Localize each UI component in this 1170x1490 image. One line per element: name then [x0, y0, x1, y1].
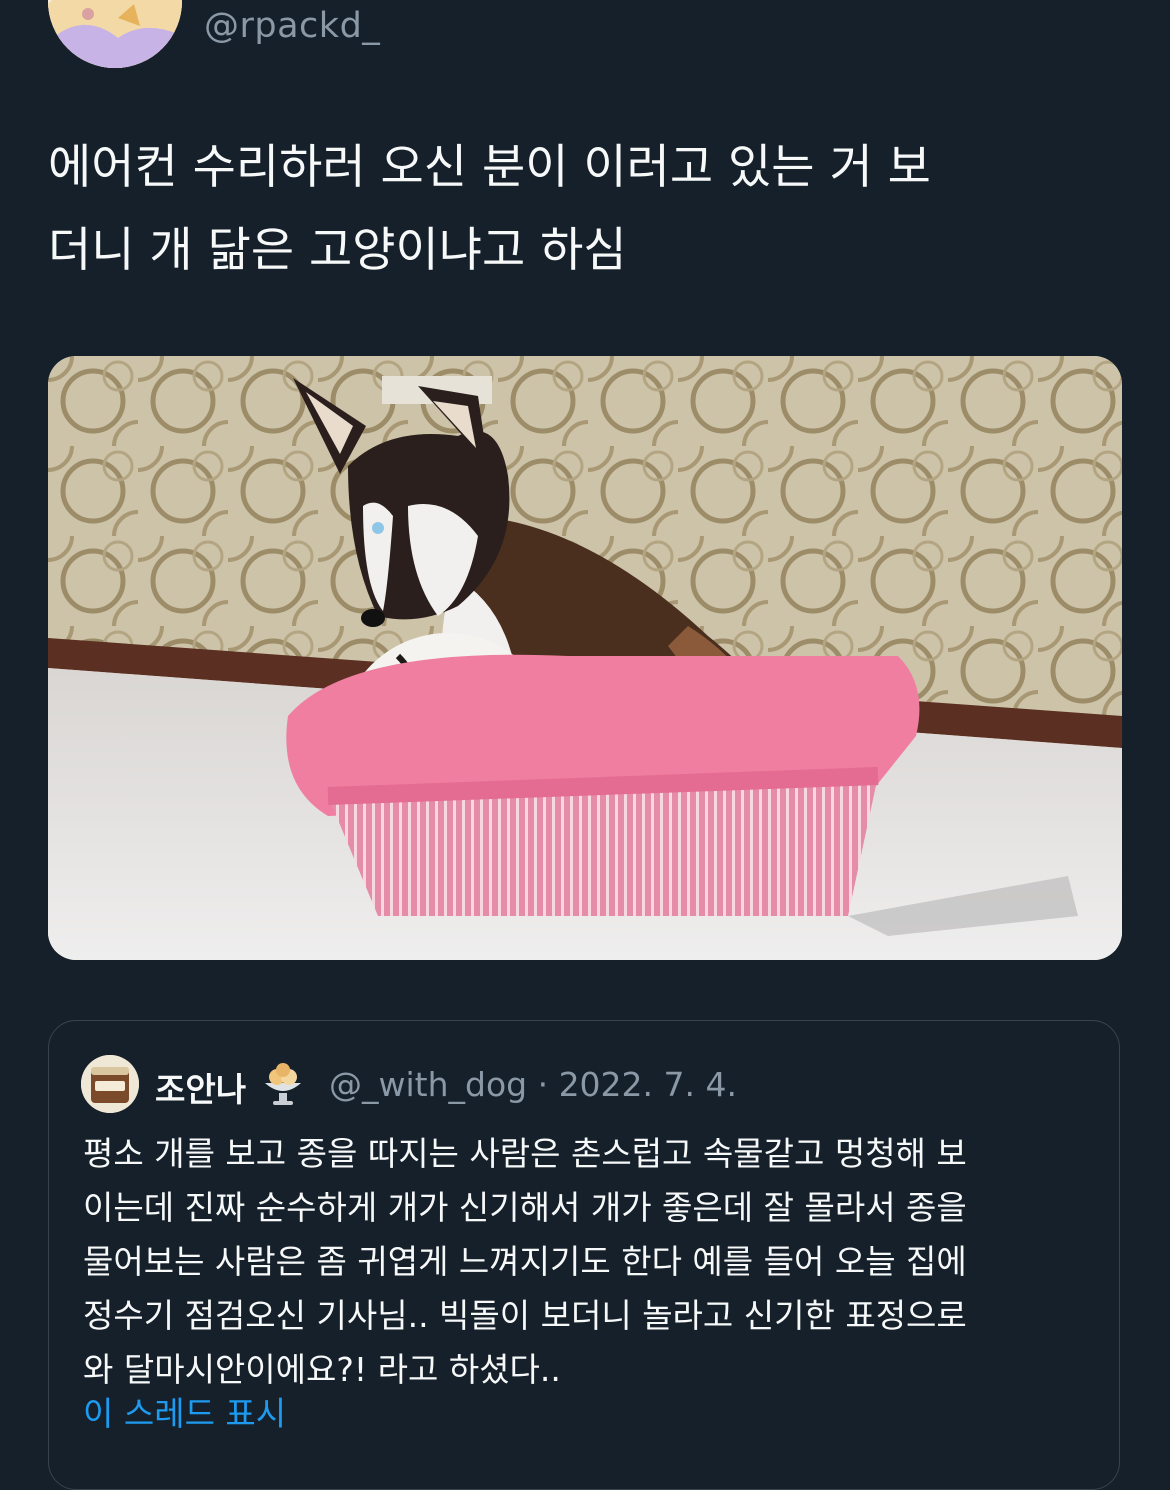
quoted-tweet-card[interactable]: 조안나 @_with_dog · 2022. 7. 4. 평소 개를 보고 종을…: [48, 1020, 1120, 1490]
author-avatar[interactable]: [48, 0, 182, 68]
anime-character-avatar-icon: [48, 0, 182, 68]
quoted-tweet-text: 평소 개를 보고 종을 따지는 사람은 촌스럽고 속물같고 멍청해 보 이는데 …: [83, 1134, 967, 1389]
quoted-author-name[interactable]: 조안나: [155, 1063, 246, 1111]
quoted-author-avatar[interactable]: [81, 1055, 139, 1113]
husky-in-pink-basket-photo-icon: [48, 356, 1122, 960]
ice-cream-cup-avatar-icon: [81, 1055, 139, 1113]
ice-cream-sundae-icon: [259, 1059, 307, 1107]
tweet-media-photo[interactable]: [48, 356, 1122, 960]
author-handle[interactable]: @rpackd_: [204, 6, 380, 46]
show-thread-link[interactable]: 이 스레드 표시: [83, 1387, 286, 1435]
tweet-text: 에어컨 수리하러 오신 분이 이러고 있는 거 보 더니 개 닮은 고양이냐고 …: [48, 140, 931, 278]
quoted-handle-date[interactable]: @_with_dog · 2022. 7. 4.: [329, 1065, 737, 1104]
